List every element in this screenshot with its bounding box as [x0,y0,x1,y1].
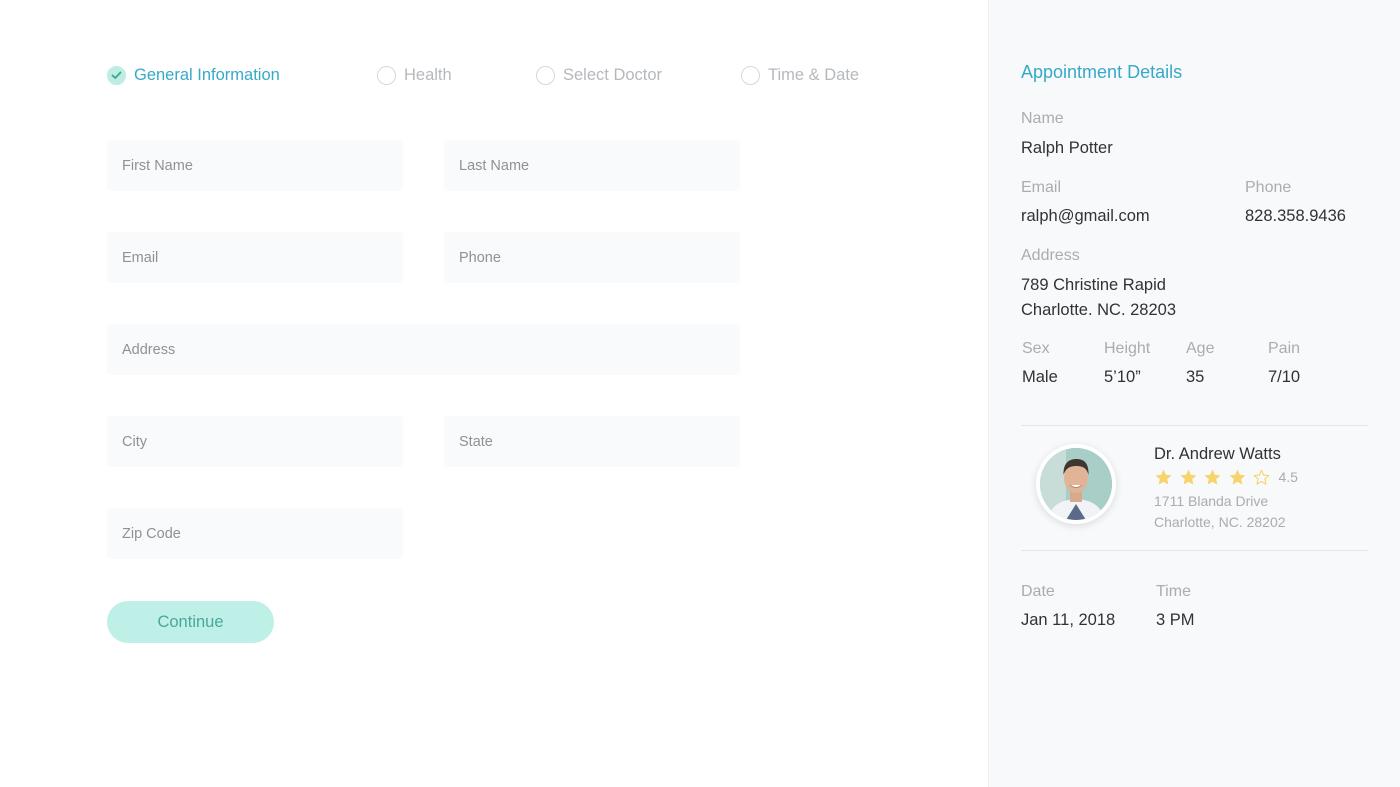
height-label: Height [1104,340,1151,357]
star-filled-icon [1204,469,1221,485]
address-line1: 789 Christine Rapid [1021,276,1166,294]
phone-field[interactable] [444,232,740,283]
zip-code-field[interactable] [107,508,403,559]
first-name-field[interactable] [107,140,403,191]
empty-circle-icon [741,65,760,85]
progress-stepper: General Information Health Select Doctor… [107,62,907,88]
step-label: Select Doctor [563,65,663,84]
phone-value: 828.358.9436 [1245,207,1346,225]
doctor-name: Dr. Andrew Watts [1154,445,1281,463]
step-select-doctor[interactable]: Select Doctor [536,62,662,88]
email-label: Email [1021,179,1062,196]
appointment-details-panel: Appointment Details Name Ralph Potter Em… [988,0,1400,787]
date-value: Jan 11, 2018 [1021,611,1116,629]
sex-label: Sex [1022,340,1050,357]
step-time-date[interactable]: Time & Date [741,62,859,88]
divider [1021,425,1368,426]
doctor-address-line1: 1711 Blanda Drive [1154,493,1269,509]
height-value: 5’10” [1104,368,1141,386]
continue-button[interactable]: Continue [107,601,274,643]
doctor-photo [1040,448,1112,520]
step-label: Health [404,65,452,84]
step-health[interactable]: Health [377,62,452,88]
sex-value: Male [1022,368,1058,386]
star-filled-icon [1155,469,1172,485]
address-line2: Charlotte. NC. 28203 [1021,301,1177,319]
panel-title: Appointment Details [1021,62,1183,82]
star-filled-icon [1180,469,1196,485]
booking-form-area: General Information Health Select Doctor… [0,0,988,787]
doctor-address-line2: Charlotte, NC. 28202 [1154,514,1286,530]
time-value: 3 PM [1156,611,1195,629]
pain-value: 7/10 [1268,368,1301,386]
pain-label: Pain [1268,340,1301,357]
step-label: Time & Date [768,65,860,84]
name-label: Name [1021,110,1064,127]
doctor-rating: 4.5 [1154,467,1298,487]
phone-label: Phone [1245,179,1292,196]
check-circle-icon [107,65,126,85]
divider [1021,550,1368,551]
rating-value: 4.5 [1278,469,1298,485]
age-label: Age [1186,340,1215,357]
time-label: Time [1156,583,1191,600]
star-outline-icon [1253,469,1270,485]
step-label: General Information [134,65,280,84]
address-label: Address [1021,247,1080,264]
empty-circle-icon [377,65,396,85]
state-field[interactable] [444,416,740,467]
date-label: Date [1021,583,1055,600]
age-value: 35 [1186,368,1205,386]
empty-circle-icon [536,65,555,85]
avatar [1036,444,1116,524]
step-general-information[interactable]: General Information [107,62,280,88]
star-filled-icon [1229,469,1245,485]
address-field[interactable] [107,324,740,375]
last-name-field[interactable] [444,140,740,191]
name-value: Ralph Potter [1021,139,1113,157]
email-value: ralph@gmail.com [1021,207,1150,225]
email-field[interactable] [107,232,403,283]
city-field[interactable] [107,416,403,467]
